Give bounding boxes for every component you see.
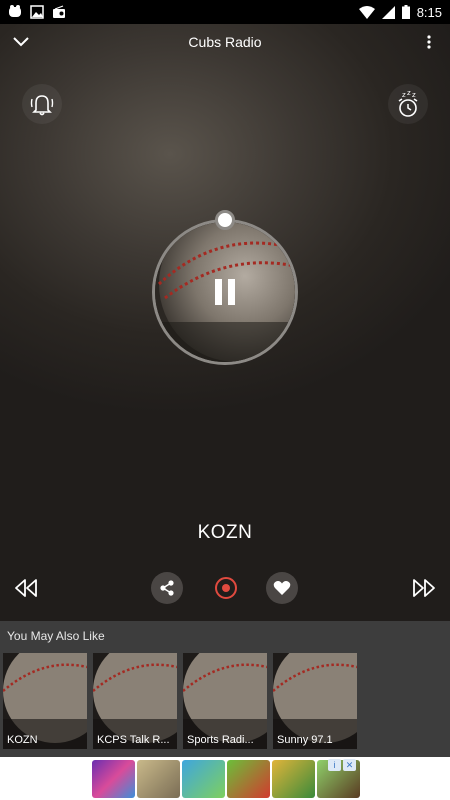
status-bar: 8:15	[0, 0, 450, 24]
status-time: 8:15	[416, 4, 442, 20]
ad-banner[interactable]: i ✕	[0, 757, 450, 800]
pause-button[interactable]	[152, 219, 298, 365]
record-button[interactable]	[210, 572, 242, 604]
ad-game-tile	[272, 760, 315, 798]
rewind-icon	[15, 579, 37, 597]
card-label: KCPS Talk R...	[97, 734, 170, 746]
pause-icon	[215, 279, 235, 305]
sleep-timer-button[interactable]: z z z	[388, 84, 428, 124]
previous-button[interactable]	[12, 574, 40, 602]
next-button[interactable]	[410, 574, 438, 602]
card-label: KOZN	[7, 734, 38, 746]
image-icon	[30, 5, 44, 19]
battery-icon	[401, 5, 410, 19]
page-title: Cubs Radio	[188, 34, 262, 50]
ad-game-tile	[137, 760, 180, 798]
top-app-bar: Cubs Radio	[0, 24, 450, 60]
suggestions-heading: You May Also Like	[7, 629, 105, 643]
signal-icon	[381, 5, 395, 19]
radio-icon	[53, 5, 65, 18]
favorite-button[interactable]	[266, 572, 298, 604]
suggestions-section: You May Also Like KOZN KCPS Talk R... Sp…	[0, 621, 450, 757]
alarm-button[interactable]	[22, 84, 62, 124]
more-options-button[interactable]	[419, 30, 439, 54]
now-playing-station: KOZN	[197, 522, 253, 543]
svg-text:z: z	[407, 89, 411, 97]
suggestion-list: KOZN KCPS Talk R... Sports Radi... Sunny…	[3, 653, 357, 749]
player-panel: Cubs Radio z z z KOZN	[0, 24, 450, 621]
svg-text:z: z	[402, 91, 406, 99]
card-label: Sunny 97.1	[277, 734, 333, 746]
record-icon	[215, 577, 237, 599]
suggestion-card[interactable]: KOZN	[3, 653, 87, 749]
ad-game-tile	[92, 760, 135, 798]
fast-forward-icon	[413, 579, 435, 597]
suggestion-card[interactable]: KCPS Talk R...	[93, 653, 177, 749]
ad-tiles	[92, 760, 360, 798]
notification-icon	[9, 5, 21, 17]
suggestion-card[interactable]: Sports Radi...	[183, 653, 267, 749]
bell-icon	[30, 95, 54, 116]
card-label: Sports Radi...	[187, 734, 254, 746]
share-button[interactable]	[151, 572, 183, 604]
status-left	[8, 5, 66, 19]
share-icon	[160, 580, 174, 596]
status-right: 8:15	[358, 4, 442, 20]
artwork-disc[interactable]	[152, 210, 298, 365]
heart-icon	[273, 581, 291, 595]
ad-game-tile	[182, 760, 225, 798]
wifi-icon	[358, 5, 375, 19]
ad-game-tile	[227, 760, 270, 798]
ad-info-icon[interactable]: i	[328, 759, 341, 771]
suggestion-card[interactable]: Sunny 97.1	[273, 653, 357, 749]
player-controls	[0, 570, 450, 606]
alarm-clock-zzz-icon: z z z	[398, 89, 418, 117]
ad-close-icon[interactable]: ✕	[343, 759, 356, 771]
ad-choices[interactable]: i ✕	[328, 759, 356, 771]
more-vertical-icon	[427, 35, 431, 49]
svg-text:z: z	[412, 91, 416, 99]
